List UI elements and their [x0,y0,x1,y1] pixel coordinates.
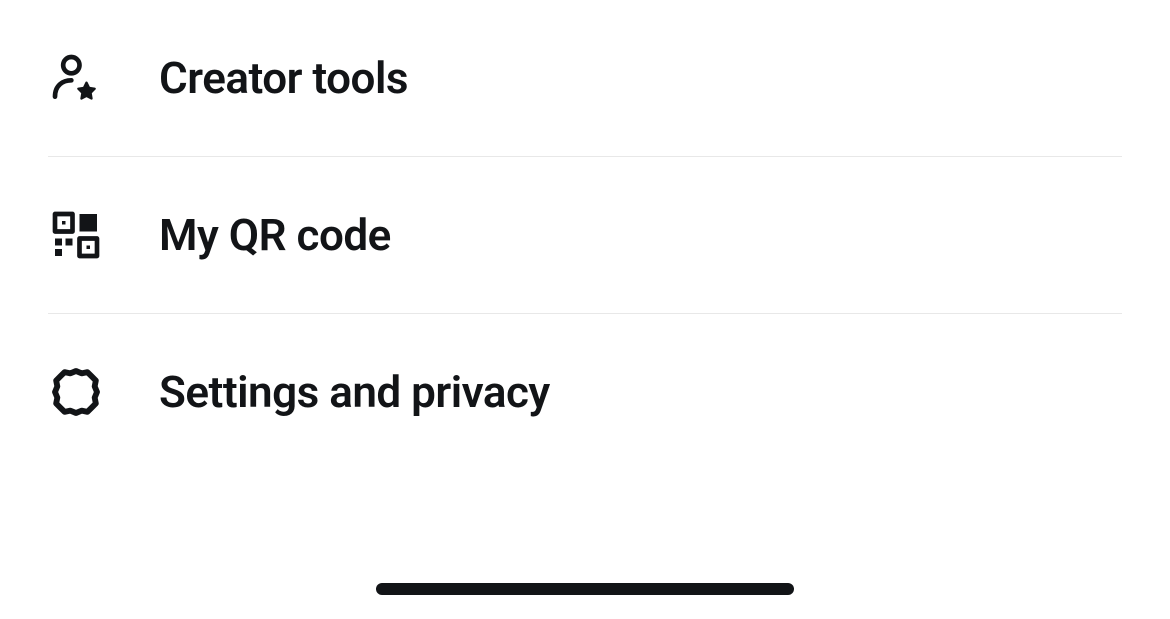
menu-item-label: My QR code [159,209,391,261]
menu-item-my-qr-code[interactable]: My QR code [48,157,1122,314]
menu-item-label: Creator tools [159,52,408,104]
qr-code-icon [48,207,104,263]
menu-item-settings-privacy[interactable]: Settings and privacy [48,314,1122,470]
gear-icon [48,364,104,420]
menu-list: Creator tools My QR code Settings and pr… [0,0,1170,470]
home-indicator[interactable] [376,583,794,595]
menu-item-label: Settings and privacy [159,366,550,418]
creator-star-icon [48,50,104,106]
menu-item-creator-tools[interactable]: Creator tools [48,0,1122,157]
